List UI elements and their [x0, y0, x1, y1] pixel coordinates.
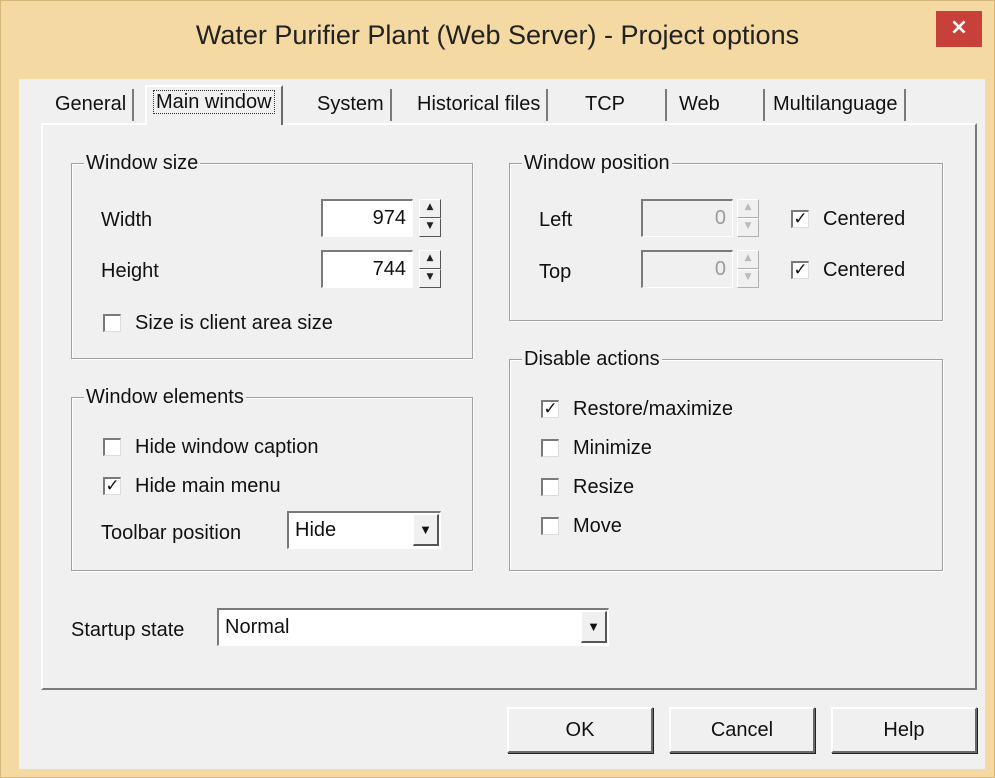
- spin-down-icon[interactable]: ▼: [419, 218, 441, 237]
- restore-maximize-label[interactable]: Restore/maximize: [573, 396, 733, 422]
- window-size-group-title: Window size: [84, 150, 201, 176]
- tab-system-label: System: [317, 93, 384, 115]
- hide-caption-checkbox[interactable]: [103, 438, 121, 456]
- tab-system[interactable]: System: [311, 89, 392, 121]
- chevron-down-icon[interactable]: ▼: [581, 611, 607, 643]
- width-label: Width: [101, 209, 153, 231]
- height-input[interactable]: 744: [321, 250, 413, 288]
- hide-menu-checkbox[interactable]: ✓: [103, 477, 121, 495]
- window-position-group-title: Window position: [522, 150, 672, 176]
- left-input[interactable]: 0: [641, 199, 733, 237]
- window-title: Water Purifier Plant (Web Server) - Proj…: [195, 20, 800, 50]
- window-position-group: Window position: [509, 150, 943, 321]
- spin-down-icon[interactable]: ▼: [737, 218, 759, 237]
- ok-button[interactable]: OK: [507, 707, 653, 753]
- disable-actions-group: Disable actions: [509, 346, 943, 571]
- hide-caption-label[interactable]: Hide window caption: [135, 434, 318, 460]
- startup-state-value: Normal: [225, 616, 290, 638]
- tab-general[interactable]: General: [49, 89, 135, 121]
- tab-multilanguage[interactable]: Multilanguage: [767, 89, 906, 121]
- top-spinner[interactable]: ▲ ▼: [737, 250, 759, 288]
- toolbar-position-select[interactable]: Hide ▼: [287, 511, 441, 549]
- tab-main-window[interactable]: Main window: [145, 85, 283, 125]
- left-label: Left: [539, 209, 573, 231]
- tab-multilanguage-label: Multilanguage: [773, 93, 898, 115]
- tab-main-window-label: Main window: [153, 90, 275, 114]
- restore-maximize-checkbox[interactable]: ✓: [541, 400, 559, 418]
- tab-tcp[interactable]: TCP: [579, 89, 667, 121]
- hide-menu-label[interactable]: Hide main menu: [135, 473, 281, 499]
- tab-web-label: Web: [679, 93, 720, 115]
- top-centered-checkbox[interactable]: ✓: [791, 261, 809, 279]
- move-label[interactable]: Move: [573, 513, 622, 539]
- startup-state-select[interactable]: Normal ▼: [217, 608, 609, 646]
- chevron-down-icon[interactable]: ▼: [413, 514, 439, 546]
- toolbar-position-label: Toolbar position: [101, 522, 242, 544]
- client-area-label[interactable]: Size is client area size: [135, 310, 333, 336]
- tab-web[interactable]: Web: [673, 89, 765, 121]
- help-button[interactable]: Help: [831, 707, 977, 753]
- width-spinner[interactable]: ▲ ▼: [419, 199, 441, 237]
- client-area-checkbox[interactable]: [103, 314, 121, 332]
- minimize-checkbox[interactable]: [541, 439, 559, 457]
- tab-tcp-label: TCP: [585, 93, 625, 115]
- width-input[interactable]: 974: [321, 199, 413, 237]
- left-centered-label[interactable]: Centered: [823, 206, 905, 232]
- spin-down-icon[interactable]: ▼: [737, 269, 759, 288]
- startup-state-label: Startup state: [71, 619, 185, 641]
- top-label: Top: [539, 261, 572, 283]
- left-centered-checkbox[interactable]: ✓: [791, 210, 809, 228]
- tab-general-label: General: [55, 93, 127, 115]
- move-checkbox[interactable]: [541, 517, 559, 535]
- disable-actions-group-title: Disable actions: [522, 346, 662, 372]
- spin-down-icon[interactable]: ▼: [419, 269, 441, 288]
- spin-up-icon[interactable]: ▲: [419, 250, 441, 269]
- spin-up-icon[interactable]: ▲: [737, 250, 759, 269]
- project-options-dialog: Water Purifier Plant (Web Server) - Proj…: [0, 0, 995, 778]
- top-input[interactable]: 0: [641, 250, 733, 288]
- toolbar-position-value: Hide: [295, 519, 337, 541]
- close-icon[interactable]: ×: [936, 11, 982, 47]
- height-label: Height: [101, 260, 159, 282]
- resize-checkbox[interactable]: [541, 478, 559, 496]
- left-spinner[interactable]: ▲ ▼: [737, 199, 759, 237]
- dialog-client-area: General Main window System Historical fi…: [19, 79, 985, 769]
- top-centered-label[interactable]: Centered: [823, 257, 905, 283]
- resize-label[interactable]: Resize: [573, 474, 634, 500]
- cancel-button[interactable]: Cancel: [669, 707, 815, 753]
- title-bar[interactable]: Water Purifier Plant (Web Server) - Proj…: [1, 1, 994, 79]
- minimize-label[interactable]: Minimize: [573, 435, 652, 461]
- tab-historical-files-label: Historical files: [417, 93, 541, 115]
- window-elements-group-title: Window elements: [84, 384, 246, 410]
- height-spinner[interactable]: ▲ ▼: [419, 250, 441, 288]
- spin-up-icon[interactable]: ▲: [419, 199, 441, 218]
- spin-up-icon[interactable]: ▲: [737, 199, 759, 218]
- tab-historical-files[interactable]: Historical files: [411, 89, 549, 121]
